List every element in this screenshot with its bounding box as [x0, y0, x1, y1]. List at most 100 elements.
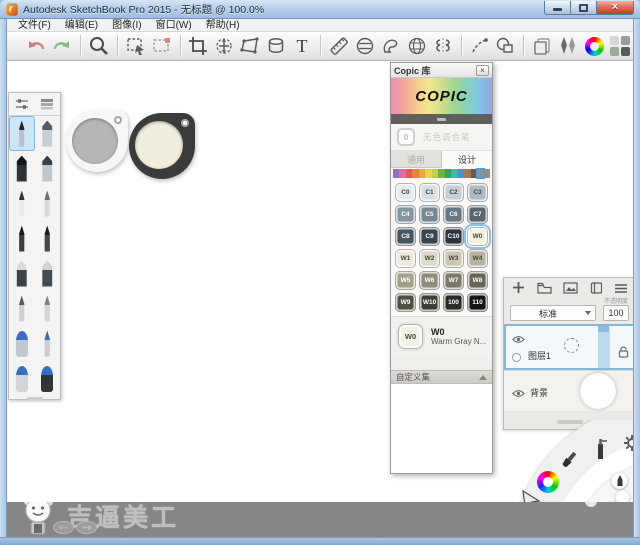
copic-swatch-C4[interactable]: C4: [395, 205, 416, 224]
redo-icon[interactable]: [49, 34, 75, 59]
copic-swatch-W0[interactable]: W0: [467, 227, 488, 246]
brush-pencil[interactable]: [9, 116, 35, 151]
brush-palette-icon[interactable]: [555, 34, 581, 59]
layer-library-icon[interactable]: [590, 281, 603, 299]
brush-rocket-pen[interactable]: [35, 291, 61, 326]
copic-badge-icon[interactable]: [529, 34, 555, 59]
lagoon-color-puck[interactable]: [615, 490, 630, 502]
copic-swatch-W5[interactable]: W5: [395, 271, 416, 290]
lagoon-brush-icon[interactable]: [560, 450, 578, 475]
shapes-tool-icon[interactable]: [493, 34, 519, 59]
deselect-tool-icon[interactable]: [149, 34, 175, 59]
layers-resize-handle[interactable]: [557, 420, 583, 424]
brush-eraser-soft[interactable]: [35, 256, 61, 291]
copic-swatch-110[interactable]: 110: [467, 293, 488, 312]
text-tool-icon[interactable]: T: [289, 34, 315, 59]
brush-eraser-hard[interactable]: [9, 256, 35, 291]
copic-collapse-bar[interactable]: [391, 114, 492, 124]
symmetry-tool-icon[interactable]: [430, 34, 456, 59]
brush-blue-round-brush[interactable]: [9, 326, 35, 361]
ruler-tool-icon[interactable]: [326, 34, 352, 59]
layer1-color-tag[interactable]: [512, 353, 521, 362]
opacity-field[interactable]: 100: [603, 305, 629, 321]
lagoon-airbrush-icon[interactable]: [593, 438, 609, 467]
ellipse-guide-icon[interactable]: [352, 34, 378, 59]
strip-color-14[interactable]: [484, 169, 490, 178]
brush-sets-icon[interactable]: [35, 93, 61, 115]
copic-panel-titlebar[interactable]: Copic 库 ×: [391, 63, 492, 78]
layer1-scroll-strip[interactable]: [598, 326, 609, 368]
copic-swatch-100[interactable]: 100: [443, 293, 464, 312]
stroke-tool-icon[interactable]: [467, 34, 493, 59]
tab-general[interactable]: 通用: [391, 151, 441, 168]
maximize-button[interactable]: [570, 1, 597, 15]
copic-swatch-W9[interactable]: W9: [395, 293, 416, 312]
transform-tool-icon[interactable]: [237, 34, 263, 59]
background-thumbnail[interactable]: [580, 373, 616, 409]
copic-swatch-W1[interactable]: W1: [395, 249, 416, 268]
undo-icon[interactable]: [23, 34, 49, 59]
copic-swatch-C8[interactable]: C8: [395, 227, 416, 246]
copic-swatch-C7[interactable]: C7: [467, 205, 488, 224]
blender-swatch[interactable]: 0: [397, 128, 415, 146]
brush-panel-resize-handle[interactable]: [27, 397, 43, 400]
zoom-tool-icon[interactable]: [86, 34, 112, 59]
copic-swatch-C10[interactable]: C10: [443, 227, 464, 246]
menu-item-2[interactable]: 图像(I): [105, 19, 148, 32]
colorless-blender-row[interactable]: 0 无色调合笔: [391, 124, 492, 151]
minimize-button[interactable]: [544, 1, 571, 15]
add-layer-icon[interactable]: [512, 281, 525, 299]
select-tool-icon[interactable]: [123, 34, 149, 59]
background-visibility-eye-icon[interactable]: [512, 385, 525, 403]
brush-puck[interactable]: [66, 110, 128, 172]
tab-design[interactable]: 设计: [441, 151, 492, 168]
copic-swatch-W10[interactable]: W10: [419, 293, 440, 312]
brush-chisel-marker[interactable]: [35, 151, 61, 186]
layer1-visibility-eye-icon[interactable]: [512, 331, 525, 349]
copic-swatch-C9[interactable]: C9: [419, 227, 440, 246]
menu-item-1[interactable]: 编辑(E): [58, 19, 105, 32]
layer-row-background[interactable]: 背景: [504, 370, 633, 411]
brush-needle-pen[interactable]: [35, 186, 61, 221]
custom-set-header[interactable]: 自定义集: [391, 370, 492, 384]
copic-swatch-W8[interactable]: W8: [467, 271, 488, 290]
copic-swatch-C3[interactable]: C3: [467, 183, 488, 202]
brush-fine-pen[interactable]: [9, 221, 35, 256]
copic-swatch-W7[interactable]: W7: [443, 271, 464, 290]
menu-item-3[interactable]: 窗口(W): [149, 19, 199, 32]
nudge-tool-icon[interactable]: [211, 34, 237, 59]
copic-swatch-W2[interactable]: W2: [419, 249, 440, 268]
fill-tool-icon[interactable]: [263, 34, 289, 59]
drawing-canvas[interactable]: Copic 库 × COPIC 0 无色调合笔 通用 设计 C0C1C2C3C4…: [7, 61, 633, 502]
copic-swatch-W6[interactable]: W6: [419, 271, 440, 290]
brush-blue-flat-brush[interactable]: [9, 361, 35, 396]
crop-tool-icon[interactable]: [185, 34, 211, 59]
layer-folder-icon[interactable]: [537, 281, 552, 299]
title-bar[interactable]: Autodesk SketchBook Pro 2015 - 无标题 @ 100…: [0, 0, 640, 19]
copic-swatches-icon[interactable]: [607, 34, 633, 59]
copic-close-icon[interactable]: ×: [476, 65, 489, 76]
copic-swatch-C0[interactable]: C0: [395, 183, 416, 202]
copic-swatch-C5[interactable]: C5: [419, 205, 440, 224]
unlock-icon[interactable]: [618, 345, 629, 363]
menu-item-4[interactable]: 帮助(H): [199, 19, 247, 32]
perspective-tool-icon[interactable]: [404, 34, 430, 59]
copic-swatch-C6[interactable]: C6: [443, 205, 464, 224]
custom-set-area[interactable]: [391, 384, 492, 473]
lagoon-redo-button[interactable]: [76, 521, 97, 534]
blend-mode-dropdown[interactable]: 标准: [510, 305, 596, 321]
brush-ink-pen[interactable]: [9, 186, 35, 221]
brush-fan-brush[interactable]: [35, 116, 61, 151]
brush-detail-brush[interactable]: [35, 221, 61, 256]
brush-blue-cone-brush[interactable]: [35, 326, 61, 361]
brush-marker[interactable]: [9, 151, 35, 186]
lagoon-pen-puck[interactable]: [611, 472, 628, 489]
close-button[interactable]: ×: [596, 1, 634, 15]
french-curve-icon[interactable]: [378, 34, 404, 59]
brush-nib-pen[interactable]: [9, 291, 35, 326]
lagoon-settings-gear-icon[interactable]: [623, 434, 633, 456]
menu-item-0[interactable]: 文件(F): [11, 19, 58, 32]
copic-swatch-W3[interactable]: W3: [443, 249, 464, 268]
lagoon-undo-button[interactable]: [53, 521, 74, 534]
brush-blue-airbrush[interactable]: [35, 361, 61, 396]
